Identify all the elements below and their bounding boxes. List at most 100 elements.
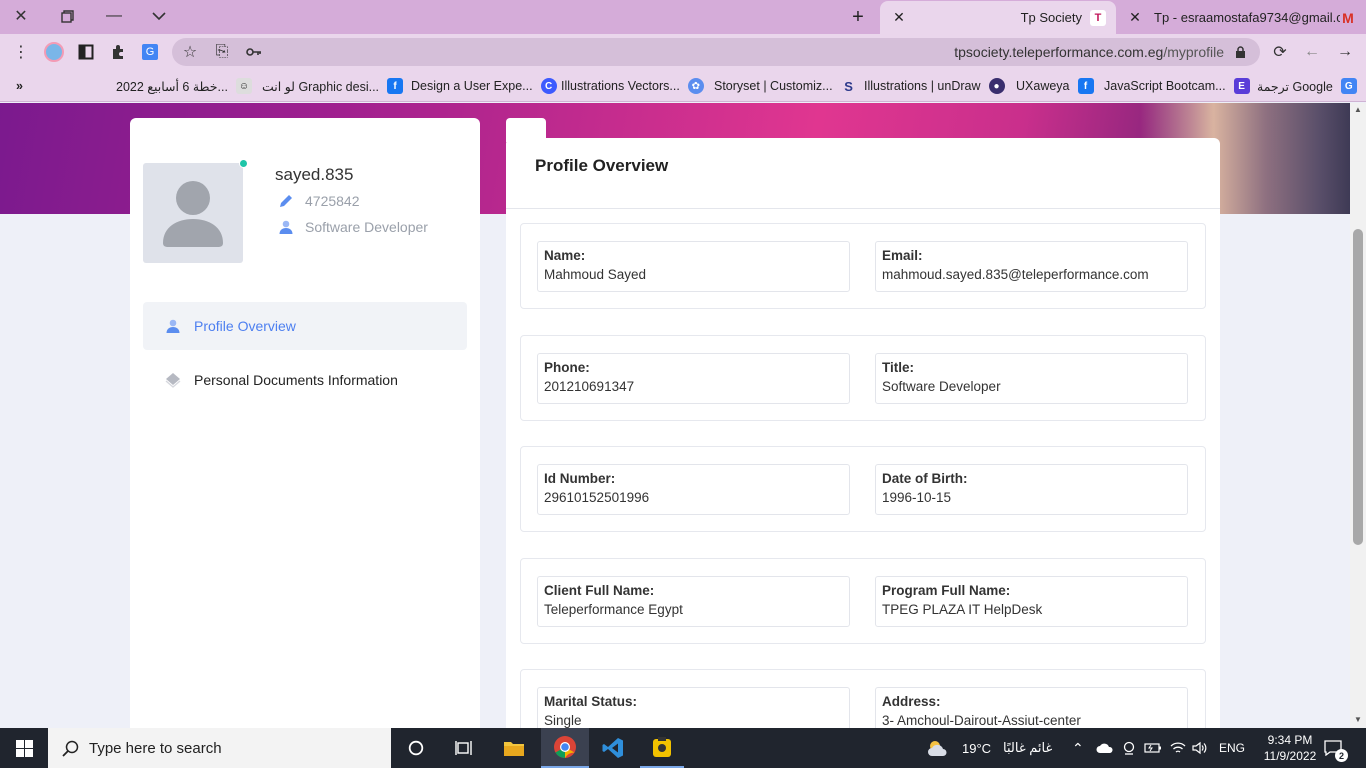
bookmark-item[interactable]: ترجمة Google G (1257, 76, 1357, 96)
nav-label: Profile Overview (194, 318, 296, 334)
field-label: Program Full Name: (882, 583, 1011, 598)
bookmark-item[interactable]: Illustrations | unDraw ● (864, 76, 1005, 96)
profile-username: sayed.835 (275, 165, 354, 184)
bookmarks-bar: » خطة 6 أسابيع 2022... ☺ لو انت Graphic … (0, 70, 1366, 102)
field-label: Date of Birth: (882, 471, 968, 486)
info-row: Id Number: 29610152501996 Date of Birth:… (520, 446, 1206, 532)
notification-center-icon[interactable]: 2 (1324, 728, 1348, 768)
bookmark-item[interactable]: Design a User Expe... C (411, 76, 557, 96)
bookmark-item[interactable]: Storyset | Customiz... S (714, 76, 857, 96)
field-label: Title: (882, 360, 915, 375)
scrollbar-thumb[interactable] (1353, 229, 1363, 545)
browser-toolbar: ⋮ G ☆ ⎘ tpsociety.teleperformance.com.eg… (0, 34, 1366, 70)
user-icon (275, 219, 297, 235)
close-tab-icon[interactable]: ✕ (892, 9, 906, 26)
bookmark-label: Design a User Expe... (411, 79, 533, 93)
field-label: Email: (882, 248, 923, 263)
bookmark-item[interactable]: Illustrations Vectors... ✿ (561, 76, 704, 96)
weather-temperature: 19°C (962, 740, 992, 756)
address-bar[interactable]: ☆ ⎘ tpsociety.teleperformance.com.eg/myp… (172, 38, 1260, 66)
browser-tab-bar: ✕ — + ✕ Tp Society T ✕ Tp - esraamostafa… (0, 0, 1366, 34)
taskbar-search-input[interactable]: Type here to search (48, 728, 391, 768)
bookmark-item[interactable]: JavaScript Bootcam... E (1104, 76, 1250, 96)
webcam-icon[interactable] (1122, 728, 1136, 768)
field-value: mahmoud.sayed.835@teleperformance.com (882, 267, 1149, 282)
bookmark-item[interactable]: لو انت Graphic desi... f (262, 76, 404, 96)
windows-start-icon[interactable] (0, 728, 48, 768)
bookmarks-overflow-button[interactable]: » (16, 76, 23, 96)
translate-icon[interactable]: G (138, 40, 162, 64)
weather-cloud-sun-icon (926, 738, 952, 758)
divider (506, 208, 1220, 209)
page-scrollbar[interactable]: ▲ ▼ (1350, 103, 1366, 728)
job-title: Software Developer (305, 219, 428, 235)
wifi-icon[interactable] (1170, 728, 1186, 768)
clock[interactable]: 9:34 PM 11/9/2022 (1256, 728, 1324, 768)
bookmark-label: ترجمة Google (1257, 79, 1333, 94)
name-field: Name: Mahmoud Sayed (537, 241, 850, 292)
field-label: Id Number: (544, 471, 616, 486)
title-field: Title: Software Developer (875, 353, 1188, 404)
input-language[interactable]: ENG (1219, 728, 1245, 768)
close-tab-icon[interactable]: ✕ (1128, 9, 1142, 26)
scroll-down-arrow-icon[interactable]: ▼ (1354, 715, 1362, 724)
tab-gmail[interactable]: ✕ Tp - esraamostafa9734@gmail.co M (1116, 1, 1366, 34)
chrome-taskbar-icon[interactable] (541, 728, 589, 768)
reload-icon[interactable]: ⟳ (1268, 40, 1292, 64)
client-full-name-field: Client Full Name: Teleperformance Egypt (537, 576, 850, 627)
onedrive-cloud-icon[interactable] (1096, 728, 1114, 768)
battery-icon[interactable] (1144, 728, 1162, 768)
bookmark-item[interactable]: UXaweya f (1016, 76, 1094, 96)
back-arrow-icon[interactable]: ← (1300, 40, 1324, 64)
forward-arrow-icon[interactable]: → (1333, 40, 1357, 64)
program-full-name-field: Program Full Name: TPEG PLAZA IT HelpDes… (875, 576, 1188, 627)
show-hidden-icons-chevron-icon[interactable]: ⌃ (1072, 728, 1084, 768)
password-key-icon[interactable] (242, 40, 266, 64)
freepik-icon: ✿ (687, 78, 704, 94)
profile-avatar-icon[interactable] (42, 40, 66, 64)
share-icon[interactable]: ⎘ (210, 40, 234, 64)
info-row: Client Full Name: Teleperformance Egypt … (520, 558, 1206, 644)
restore-window-icon[interactable] (52, 3, 82, 29)
vscode-icon[interactable] (590, 728, 636, 768)
scroll-up-arrow-icon[interactable]: ▲ (1354, 105, 1362, 114)
field-label: Address: (882, 694, 941, 709)
extensions-icon[interactable] (106, 40, 130, 64)
bookmark-label: Storyset | Customiz... (714, 79, 833, 93)
nav-profile-overview[interactable]: Profile Overview (143, 302, 467, 350)
cortana-icon[interactable] (396, 728, 436, 768)
coursera-icon: C (540, 78, 557, 94)
layers-icon (162, 372, 184, 388)
close-window-icon[interactable]: ✕ (6, 3, 36, 29)
notification-count-badge: 2 (1335, 749, 1348, 762)
info-row: Phone: 201210691347 Title: Software Deve… (520, 335, 1206, 421)
volume-icon[interactable] (1192, 728, 1208, 768)
search-placeholder: Type here to search (89, 739, 222, 757)
minimize-window-icon[interactable]: — (99, 3, 129, 29)
nav-personal-documents[interactable]: Personal Documents Information (143, 356, 467, 404)
field-value: Software Developer (882, 379, 1001, 394)
bookmark-star-icon[interactable]: ☆ (178, 40, 202, 64)
weather-description: غائم غالبًا (1003, 740, 1053, 755)
tab-search-icon[interactable] (144, 3, 174, 29)
info-row: Marital Status: Single Address: 3- Amcho… (520, 669, 1206, 728)
tab-tp-society[interactable]: ✕ Tp Society T (880, 1, 1116, 34)
employee-id-row: 4725842 (275, 193, 360, 209)
lock-icon[interactable] (1228, 40, 1252, 64)
file-explorer-icon[interactable] (492, 728, 536, 768)
bookmark-item[interactable]: خطة 6 أسابيع 2022... ☺ (116, 76, 252, 96)
menu-kebab-icon[interactable]: ⋮ (9, 40, 33, 64)
tab-title: Tp - esraamostafa9734@gmail.co (1154, 10, 1340, 25)
profile-sidebar-card: sayed.835 4725842 Software Developer Pro… (130, 118, 480, 728)
field-value: 201210691347 (544, 379, 635, 394)
person-favicon-icon: ☺ (235, 78, 252, 94)
reading-list-icon[interactable] (74, 40, 98, 64)
undraw-icon: ● (988, 78, 1005, 94)
bookmark-label: Illustrations Vectors... (561, 79, 680, 93)
search-icon (62, 740, 79, 757)
new-tab-button[interactable]: + (846, 5, 870, 29)
weather-widget[interactable]: 19°C غائم غالبًا (926, 728, 1052, 768)
app-taskbar-icon[interactable] (640, 728, 684, 768)
url-path: /myprofile (1163, 44, 1224, 60)
task-view-icon[interactable] (444, 728, 484, 768)
